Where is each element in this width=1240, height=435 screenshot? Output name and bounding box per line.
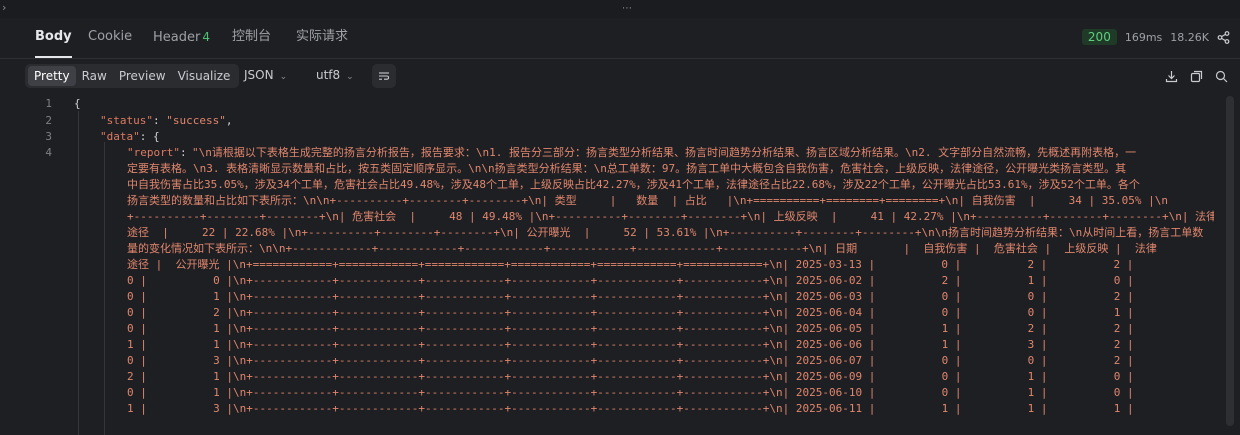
response-tabs: Body Cookie Header 4 控制台 实际请求 [0,18,1240,59]
report-value-line: 0 | 3 |\n+------------+------------+----… [127,354,1134,367]
chevron-right-icon[interactable]: › [2,1,6,14]
scrollbar-thumb[interactable] [1226,96,1234,426]
report-value-line: 途径 | 公开曝光 |\n+============+============+… [127,258,1134,271]
report-value-line: 中自我伤害占比35.05%，涉及34个工单，危害社会占比49.48%，涉及48个… [127,178,1140,191]
format-select[interactable]: JSON ⌄ [244,68,287,82]
indent-guide [104,142,105,435]
report-value-line: 1 | 1 |\n+------------+------------+----… [127,338,1134,351]
response-time: 169ms [1124,30,1163,44]
report-value-line: 1 | 3 |\n+------------+------------+----… [127,402,1134,415]
indent-guide [78,111,79,435]
tab-header[interactable]: Header 4 [153,28,210,50]
view-visualize-button[interactable]: Visualize [172,66,237,86]
chevron-down-icon: ⌄ [346,72,354,82]
report-value-line: 0 | 1 |\n+------------+------------+----… [127,322,1134,335]
report-value-line: 定要有表格。\n3. 表格清晰显示数量和占比，按五类固定顺序显示。\n\n扬言类… [127,162,1127,175]
copy-icon[interactable] [1190,68,1203,87]
search-icon[interactable] [1215,68,1228,87]
wrap-lines-button[interactable] [372,64,396,88]
download-icon[interactable] [1165,68,1178,87]
format-select-value: JSON [244,68,274,82]
drag-handle-icon[interactable]: ⋯ [622,3,633,14]
report-value-line: 0 | 2 |\n+------------+------------+----… [127,306,1134,319]
report-value-line: 0 | 1 |\n+------------+------------+----… [127,386,1134,399]
vertical-scrollbar[interactable] [1226,96,1234,435]
header-count-badge: 4 [202,30,210,44]
report-value-line: 量的变化情况如下表所示：\n\n+------------+----------… [127,242,1157,255]
code-line: { [74,97,81,110]
response-status: 200 169ms 18.26K [1081,28,1230,46]
report-value-line: 0 | 0 |\n+------------+------------+----… [127,274,1134,287]
status-code-badge: 200 [1081,29,1117,45]
chevron-down-icon: ⌄ [279,72,288,82]
report-value-line: 2 | 1 |\n+------------+------------+----… [127,370,1134,383]
response-size: 18.26K [1170,30,1209,44]
line-number: 4 [45,146,52,159]
report-value-line: 0 | 1 |\n+------------+------------+----… [127,290,1134,303]
view-pretty-button[interactable]: Pretty [28,66,76,86]
report-value-line: 扬言类型的数量和占比如下表所示：\n\n+----------+--------… [127,194,1168,207]
tab-cookie[interactable]: Cookie [88,28,132,50]
json-viewer[interactable]: 1 2 3 4 { "status": "success", "data": {… [0,96,1240,435]
share-icon[interactable] [1217,30,1230,44]
tab-console[interactable]: 控制台 [232,28,271,50]
code-line: "status": "success", [100,114,233,127]
view-mode-switch: Pretty Raw Preview Visualize [25,64,240,88]
report-value-line: +----------+--------+--------+\n| 危害社会 |… [127,210,1214,223]
view-preview-button[interactable]: Preview [113,66,172,86]
report-value-line: 途径 | 22 | 22.68% |\n+----------+--------… [127,226,1204,239]
code-line: "data": { [100,130,160,143]
body-toolbar: Pretty Raw Preview Visualize JSON ⌄ utf8 ⌄ [0,59,1240,93]
line-number: 2 [45,114,52,127]
panel-top-bar: › ⋯ [0,0,1240,19]
encoding-select-value: utf8 [316,68,341,82]
wrap-lines-icon [378,67,390,86]
line-number: 1 [45,97,52,110]
report-value-line: "\n请根据以下表格生成完整的扬言分析报告，报告要求：\n1. 报告分三部分：扬… [192,146,1137,159]
tab-actual-request[interactable]: 实际请求 [296,28,348,50]
tab-body[interactable]: Body [35,28,72,58]
view-raw-button[interactable]: Raw [76,66,113,86]
line-number: 3 [45,130,52,143]
code-line: "report": [127,146,194,159]
encoding-select[interactable]: utf8 ⌄ [316,68,354,82]
body-actions [1165,68,1228,87]
